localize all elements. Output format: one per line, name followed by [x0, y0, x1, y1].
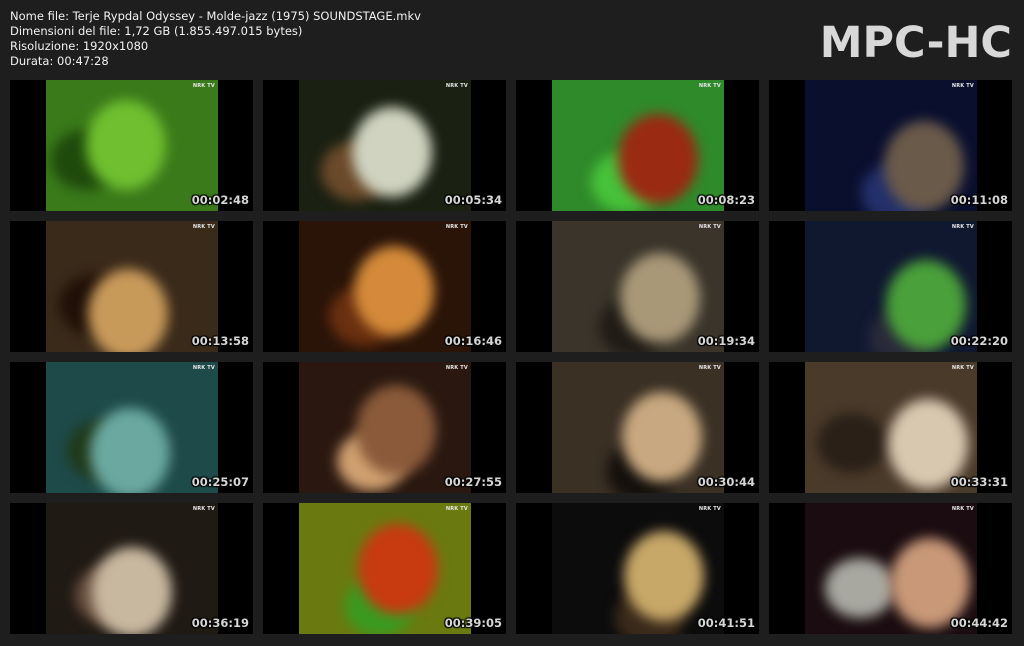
channel-watermark: NRK TV: [445, 365, 468, 371]
channel-watermark: NRK TV: [192, 506, 215, 512]
video-frame: [299, 80, 471, 211]
timestamp: 00:27:55: [444, 475, 502, 489]
video-frame: [299, 503, 471, 634]
video-frame: [46, 80, 218, 211]
video-frame: [805, 80, 977, 211]
thumbnail: NRK TV 00:05:34: [263, 80, 506, 211]
frame-highlight: [624, 531, 704, 621]
frame-highlight: [618, 114, 698, 204]
timestamp: 00:39:05: [444, 616, 502, 630]
channel-watermark: NRK TV: [951, 365, 974, 371]
resolution: Risoluzione: 1920x1080: [10, 39, 149, 53]
frame-highlight: [90, 408, 170, 493]
timestamp: 00:41:51: [697, 616, 755, 630]
channel-watermark: NRK TV: [192, 224, 215, 230]
frame-shadow: [817, 413, 887, 473]
channel-watermark: NRK TV: [192, 83, 215, 89]
frame-highlight: [86, 100, 166, 190]
video-frame: [299, 221, 471, 352]
video-frame: [552, 362, 724, 493]
frame-highlight: [356, 385, 436, 475]
timestamp: 00:25:07: [191, 475, 249, 489]
video-frame: [805, 503, 977, 634]
thumbnail: NRK TV 00:13:58: [10, 221, 253, 352]
thumbnail: NRK TV 00:16:46: [263, 221, 506, 352]
file-size: Dimensioni del file: 1,72 GB (1.855.497.…: [10, 24, 303, 38]
frame-highlight: [92, 547, 172, 634]
thumbnail: NRK TV 00:27:55: [263, 362, 506, 493]
channel-watermark: NRK TV: [445, 506, 468, 512]
channel-watermark: NRK TV: [951, 506, 974, 512]
thumbnail: NRK TV 00:30:44: [516, 362, 759, 493]
thumbnail: NRK TV 00:39:05: [263, 503, 506, 634]
timestamp: 00:19:34: [697, 334, 755, 348]
thumbnail: NRK TV 00:36:19: [10, 503, 253, 634]
video-frame: [552, 221, 724, 352]
video-frame: [46, 221, 218, 352]
timestamp: 00:05:34: [444, 193, 502, 207]
timestamp: 00:08:23: [697, 193, 755, 207]
timestamp: 00:36:19: [191, 616, 249, 630]
timestamp: 00:33:31: [950, 475, 1008, 489]
video-frame: [805, 221, 977, 352]
thumbnail: NRK TV 00:11:08: [769, 80, 1012, 211]
thumbnail-grid: NRK TV 00:02:48 NRK TV 00:05:34 NRK TV 00:08:…: [10, 80, 1012, 634]
thumbnail: NRK TV 00:44:42: [769, 503, 1012, 634]
file-name: Nome file: Terje Rypdal Odyssey - Molde-…: [10, 9, 421, 23]
timestamp: 00:16:46: [444, 334, 502, 348]
thumbnail: NRK TV 00:33:31: [769, 362, 1012, 493]
timestamp: 00:13:58: [191, 334, 249, 348]
video-frame: [46, 503, 218, 634]
channel-watermark: NRK TV: [698, 365, 721, 371]
video-frame: [552, 80, 724, 211]
timestamp: 00:44:42: [950, 616, 1008, 630]
timestamp: 00:02:48: [191, 193, 249, 207]
channel-watermark: NRK TV: [951, 83, 974, 89]
video-frame: [805, 362, 977, 493]
timestamp: 00:30:44: [697, 475, 755, 489]
frame-highlight: [354, 246, 434, 336]
channel-watermark: NRK TV: [951, 224, 974, 230]
video-frame: [299, 362, 471, 493]
app-logo: MPC-HC: [819, 18, 1012, 68]
frame-highlight: [620, 253, 700, 343]
thumbnail: NRK TV 00:25:07: [10, 362, 253, 493]
thumbnail: NRK TV 00:19:34: [516, 221, 759, 352]
frame-shadow: [825, 558, 895, 618]
channel-watermark: NRK TV: [192, 365, 215, 371]
frame-highlight: [88, 269, 168, 352]
frame-highlight: [622, 392, 702, 482]
channel-watermark: NRK TV: [698, 224, 721, 230]
frame-highlight: [890, 538, 970, 628]
thumbnail: NRK TV 00:41:51: [516, 503, 759, 634]
channel-watermark: NRK TV: [445, 83, 468, 89]
channel-watermark: NRK TV: [445, 224, 468, 230]
video-frame: [552, 503, 724, 634]
thumbnail: NRK TV 00:08:23: [516, 80, 759, 211]
file-info: Nome file: Terje Rypdal Odyssey - Molde-…: [10, 9, 421, 69]
frame-highlight: [358, 524, 438, 614]
header: Nome file: Terje Rypdal Odyssey - Molde-…: [0, 0, 1024, 78]
duration: Durata: 00:47:28: [10, 54, 109, 68]
channel-watermark: NRK TV: [698, 83, 721, 89]
thumbnail: NRK TV 00:02:48: [10, 80, 253, 211]
timestamp: 00:22:20: [950, 334, 1008, 348]
channel-watermark: NRK TV: [698, 506, 721, 512]
thumbnail: NRK TV 00:22:20: [769, 221, 1012, 352]
frame-highlight: [352, 107, 432, 197]
video-frame: [46, 362, 218, 493]
timestamp: 00:11:08: [950, 193, 1008, 207]
